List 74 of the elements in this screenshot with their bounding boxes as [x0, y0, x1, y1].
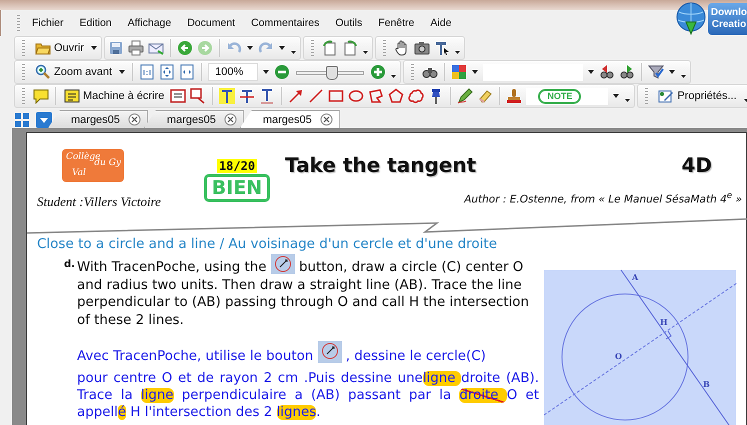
- menu-item[interactable]: Edition: [72, 17, 120, 29]
- line-icon[interactable]: [308, 88, 324, 104]
- eraser-icon[interactable]: [477, 88, 494, 104]
- menu-item[interactable]: Affichage: [120, 17, 180, 29]
- menu-item[interactable]: Document: [179, 17, 244, 29]
- rectangle-icon[interactable]: [328, 88, 344, 104]
- pentagon-icon[interactable]: [388, 88, 404, 104]
- school-logo: Collège du Gy Val: [62, 149, 124, 182]
- funnel-icon[interactable]: [648, 64, 664, 80]
- ellipse-icon[interactable]: [348, 88, 364, 104]
- zoom-field[interactable]: 100%: [208, 63, 258, 81]
- dropdown-icon[interactable]: [36, 112, 52, 128]
- underline-text-icon[interactable]: [259, 88, 276, 104]
- document-tab[interactable]: marges05: [48, 110, 148, 128]
- circle-tool-icon: [270, 254, 295, 274]
- rotate-page-icon[interactable]: [342, 40, 358, 56]
- menu-item[interactable]: Commentaires: [243, 17, 328, 29]
- properties-icon[interactable]: [658, 88, 674, 104]
- student-name: Student :Villers Victoire: [37, 194, 161, 210]
- pencil-icon[interactable]: [457, 88, 474, 104]
- stamp-icon[interactable]: [506, 88, 522, 104]
- zoom-in-button[interactable]: Zoom avant: [33, 64, 114, 80]
- zoom-out-icon[interactable]: [274, 64, 290, 80]
- point-label: O: [615, 351, 622, 361]
- magnifier-plus-icon[interactable]: [35, 64, 51, 80]
- menu-item[interactable]: Outils: [327, 17, 370, 29]
- close-icon[interactable]: [224, 113, 237, 126]
- speech-bubble-icon[interactable]: [33, 88, 49, 104]
- zoom-slider[interactable]: [294, 64, 366, 80]
- score: 18/20: [216, 159, 258, 173]
- exercise-label: d.: [64, 258, 76, 272]
- document-tab[interactable]: marges05: [144, 110, 244, 128]
- polygon-icon[interactable]: [368, 88, 384, 104]
- colored-squares-icon[interactable]: [451, 64, 468, 80]
- cloud-icon[interactable]: [408, 88, 424, 104]
- grid-icon[interactable]: [14, 112, 30, 128]
- document-tab[interactable]: marges05: [240, 110, 340, 128]
- point-label: B: [703, 379, 710, 389]
- camera-icon[interactable]: [414, 40, 430, 56]
- text-box-icon[interactable]: [170, 88, 186, 104]
- note-icon[interactable]: [64, 88, 80, 104]
- globe-download-icon[interactable]: [674, 2, 708, 36]
- menu-item[interactable]: Fenêtre: [370, 17, 422, 29]
- point-label: H: [660, 317, 668, 327]
- save-icon[interactable]: [108, 40, 124, 56]
- right-angle-mark: [666, 330, 672, 340]
- arrow-icon[interactable]: [288, 88, 304, 104]
- close-icon[interactable]: [128, 113, 141, 126]
- class-label: 4D: [681, 153, 712, 177]
- callout-icon[interactable]: [190, 88, 206, 104]
- circle-tool-icon: [318, 341, 342, 363]
- strikethrough-text-icon[interactable]: [239, 88, 256, 104]
- binoculars-arrow-icon[interactable]: [599, 64, 616, 80]
- grade-stamp: BIEN: [204, 174, 270, 202]
- typewriter-button[interactable]: Machine à écrire: [62, 88, 166, 104]
- printer-icon[interactable]: [128, 40, 144, 56]
- section-heading: Close to a circle and a line / Au voisinage d'un cercle et d'une droite: [37, 236, 498, 252]
- english-instructions: With TracenPoche, using the button, draw a circle (C) center O and radius two units. Then draw a straight line (AB). Trace the line perpendicular to (AB) passing through O and call H the intersection of these 2 lines.: [77, 254, 537, 329]
- author-line: Author : E.Ostenne, from « Le Manuel SésaMath 4$^{e}$ »: [464, 191, 742, 206]
- menu-item[interactable]: Fichier: [24, 17, 72, 29]
- binoculars-arrow-icon[interactable]: [619, 64, 636, 80]
- fit-width-icon[interactable]: [179, 64, 196, 80]
- close-icon[interactable]: [320, 113, 333, 126]
- text-select-icon[interactable]: [434, 40, 450, 56]
- point-label: A: [632, 272, 638, 282]
- rotate-page-icon[interactable]: [322, 40, 338, 56]
- highlight-text-icon[interactable]: [219, 88, 236, 104]
- zoom-in-icon[interactable]: [370, 64, 386, 80]
- actual-size-icon[interactable]: [139, 64, 156, 80]
- fit-page-icon[interactable]: [159, 64, 176, 80]
- menu-item[interactable]: Aide: [422, 17, 460, 29]
- back-icon[interactable]: [176, 40, 193, 56]
- document-title: Take the tangent: [285, 153, 476, 177]
- french-instructions: Avec TracenPoche, utilise le bouton , dessine le cercle(C): [77, 341, 547, 364]
